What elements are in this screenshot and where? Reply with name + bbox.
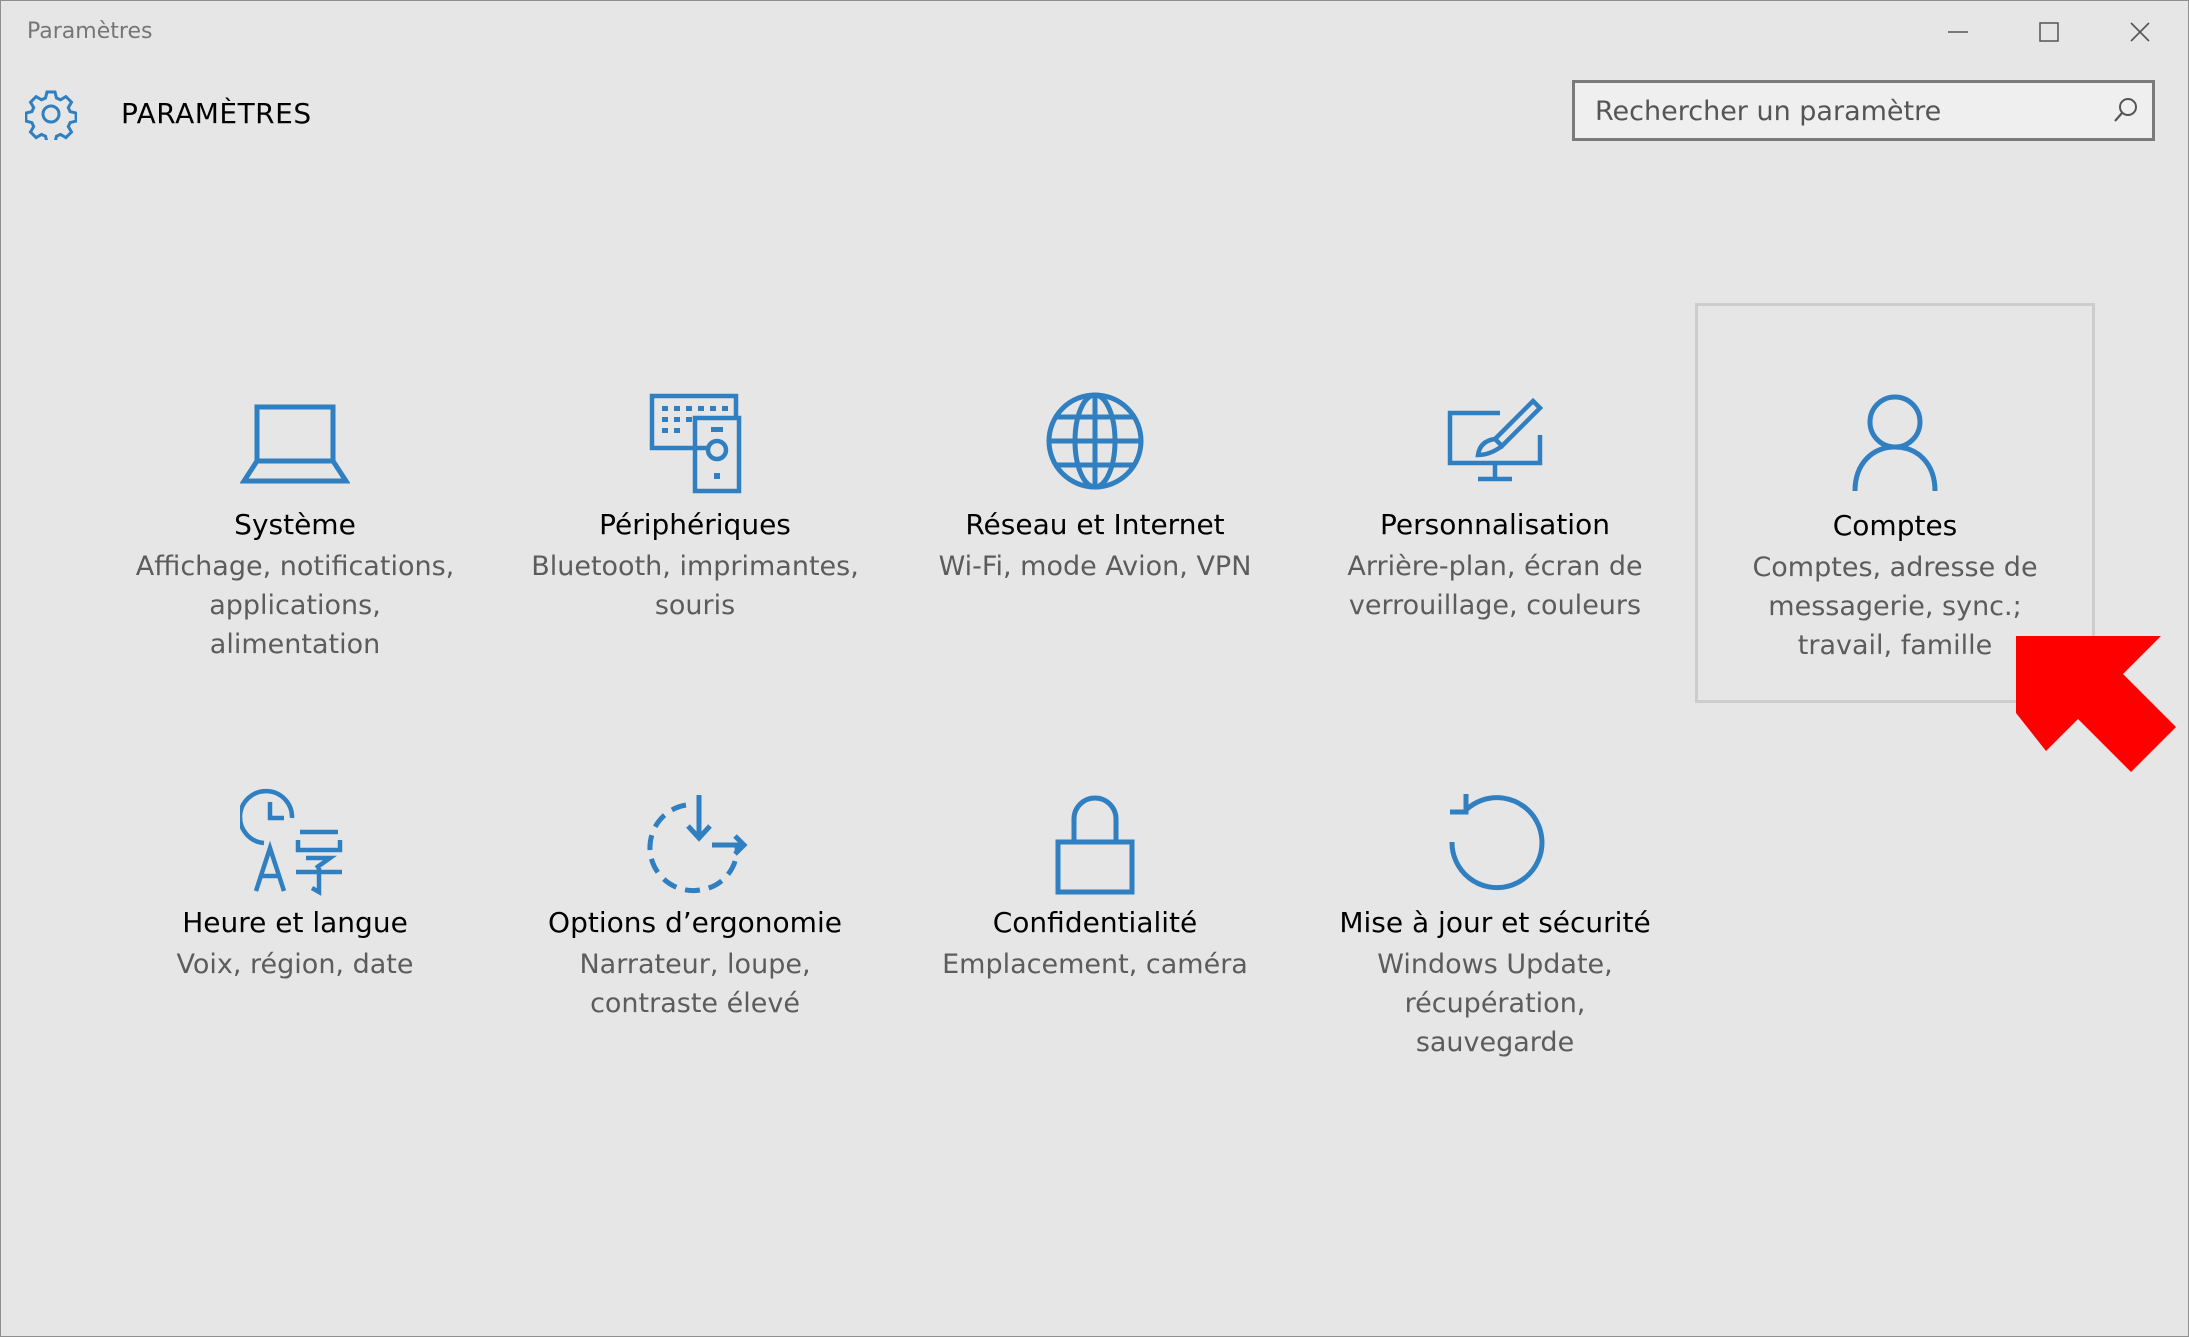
tile-name: Réseau et Internet bbox=[965, 508, 1225, 541]
tile-confidentialite[interactable]: Confidentialité Emplacement, caméra bbox=[895, 704, 1295, 1104]
ease-of-access-icon bbox=[647, 795, 748, 894]
maximize-button[interactable] bbox=[2004, 1, 2094, 63]
tile-description: Narrateur, loupe, contraste élevé bbox=[495, 945, 895, 1023]
desc-line: Wi-Fi, mode Avion, VPN bbox=[938, 551, 1252, 582]
title-bar[interactable]: Paramètres bbox=[1, 1, 2188, 63]
minimize-icon bbox=[1948, 31, 1968, 33]
devices-icon bbox=[649, 393, 742, 494]
maximize-icon bbox=[2039, 22, 2059, 42]
window-title: Paramètres bbox=[27, 19, 153, 44]
tile-name: Heure et langue bbox=[182, 906, 408, 939]
person-icon bbox=[1852, 394, 1938, 492]
search-box[interactable] bbox=[1572, 80, 2155, 141]
tile-systeme[interactable]: Système Affichage, notifications, applic… bbox=[95, 303, 495, 703]
tile-description: Arrière-plan, écran de verrouillage, cou… bbox=[1295, 547, 1695, 625]
tile-description: Emplacement, caméra bbox=[895, 945, 1295, 984]
desc-line: Comptes, adresse de bbox=[1752, 552, 2038, 583]
paint-monitor-icon bbox=[1447, 397, 1544, 482]
tile-name: Personnalisation bbox=[1380, 508, 1610, 541]
close-icon bbox=[2130, 22, 2150, 42]
close-button[interactable] bbox=[2095, 1, 2185, 63]
desc-line: Narrateur, loupe, bbox=[579, 949, 811, 980]
tile-description: Windows Update, récupération, sauvegarde bbox=[1295, 945, 1695, 1062]
globe-icon bbox=[1046, 392, 1144, 490]
desc-line: Bluetooth, imprimantes, bbox=[531, 551, 859, 582]
tile-personnalisation[interactable]: Personnalisation Arrière-plan, écran de … bbox=[1295, 303, 1695, 703]
laptop-icon bbox=[240, 404, 350, 484]
desc-line: applications, bbox=[209, 590, 381, 621]
tile-name: Confidentialité bbox=[992, 906, 1198, 939]
tile-reseau-internet[interactable]: Réseau et Internet Wi-Fi, mode Avion, VP… bbox=[895, 303, 1295, 703]
desc-line: sauvegarde bbox=[1415, 1027, 1575, 1058]
desc-line: récupération, bbox=[1404, 988, 1586, 1019]
desc-line: Windows Update, bbox=[1377, 949, 1613, 980]
tile-name: Système bbox=[234, 508, 356, 541]
desc-line: contraste élevé bbox=[590, 988, 800, 1019]
tile-options-ergonomie[interactable]: Options d’ergonomie Narrateur, loupe, co… bbox=[495, 704, 895, 1104]
desc-line: Emplacement, caméra bbox=[942, 949, 1248, 980]
settings-window: Paramètres PARAMÈTRES Sy bbox=[0, 0, 2189, 1337]
tile-description: Affichage, notifications, applications, … bbox=[95, 547, 495, 664]
lock-icon bbox=[1055, 795, 1135, 895]
tile-name: Options d’ergonomie bbox=[548, 906, 842, 939]
annotation-arrow-icon bbox=[2016, 636, 2176, 772]
page-title: PARAMÈTRES bbox=[121, 97, 312, 130]
tile-peripheriques[interactable]: Périphériques Bluetooth, imprimantes, so… bbox=[495, 303, 895, 703]
desc-line: souris bbox=[654, 590, 736, 621]
minimize-button[interactable] bbox=[1913, 1, 2003, 63]
tile-name: Mise à jour et sécurité bbox=[1339, 906, 1651, 939]
search-input[interactable] bbox=[1593, 83, 2097, 140]
desc-line: verrouillage, couleurs bbox=[1348, 590, 1642, 621]
tile-mise-a-jour-securite[interactable]: Mise à jour et sécurité Windows Update, … bbox=[1295, 704, 1695, 1104]
desc-line: Voix, région, date bbox=[176, 949, 414, 980]
tile-heure-langue[interactable]: Heure et langue Voix, région, date bbox=[95, 704, 495, 1104]
time-language-icon bbox=[240, 788, 343, 896]
desc-line: alimentation bbox=[209, 629, 381, 660]
search-icon[interactable] bbox=[2112, 96, 2140, 124]
tile-description: Voix, région, date bbox=[95, 945, 495, 984]
desc-line: Affichage, notifications, bbox=[135, 551, 455, 582]
tile-description: Bluetooth, imprimantes, souris bbox=[495, 547, 895, 625]
tile-name: Périphériques bbox=[599, 508, 791, 541]
gear-icon bbox=[25, 90, 77, 140]
tile-description: Wi-Fi, mode Avion, VPN bbox=[895, 547, 1295, 586]
update-icon bbox=[1449, 794, 1545, 891]
tile-name: Comptes bbox=[1832, 509, 1958, 542]
desc-line: messagerie, sync.; bbox=[1768, 591, 2022, 622]
desc-line: Arrière-plan, écran de bbox=[1347, 551, 1643, 582]
